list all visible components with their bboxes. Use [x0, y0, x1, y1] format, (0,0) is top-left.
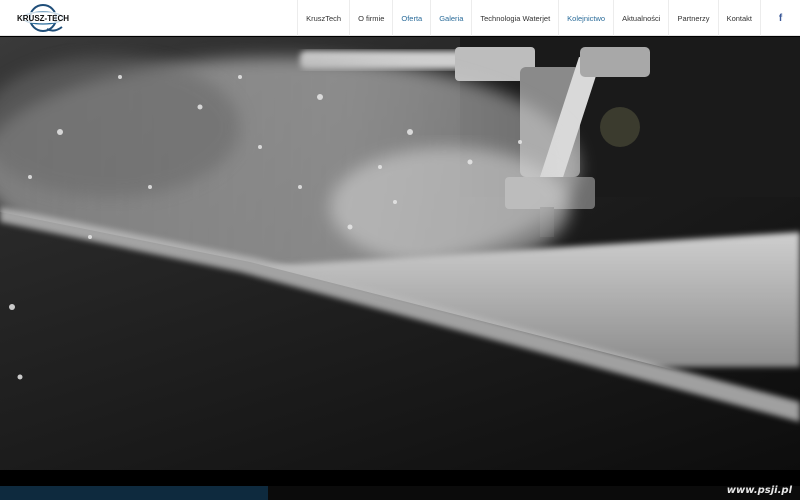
nav-item-kontakt[interactable]: Kontakt	[717, 0, 760, 36]
nav-item-aktualnosci[interactable]: Aktualności	[613, 0, 668, 36]
hero-video[interactable]	[0, 37, 800, 470]
site-header: KRUSZ-TECH KruszTech O firmie Oferta Gal…	[0, 0, 800, 36]
nav-item-galeria[interactable]: Galeria	[430, 0, 471, 36]
kruszetech-logo[interactable]: KRUSZ-TECH	[14, 3, 72, 33]
nav-item-technologia-waterjet[interactable]: Technologia Waterjet	[471, 0, 558, 36]
watermark-text: www.psji.pl	[726, 485, 792, 496]
video-controls-bar: www.psji.pl	[0, 470, 800, 500]
nav-item-krusztech[interactable]: KruszTech	[297, 0, 349, 36]
main-nav: KruszTech O firmie Oferta Galeria Techno…	[297, 0, 800, 36]
logo-graphic: KRUSZ-TECH	[15, 4, 71, 32]
nav-item-oferta[interactable]: Oferta	[392, 0, 430, 36]
nav-item-partnerzy[interactable]: Partnerzy	[668, 0, 717, 36]
svg-text:KRUSZ-TECH: KRUSZ-TECH	[17, 14, 69, 23]
nav-item-o-firmie[interactable]: O firmie	[349, 0, 392, 36]
nav-item-kolejnictwo[interactable]: Kolejnictwo	[558, 0, 613, 36]
facebook-icon[interactable]: f	[760, 0, 800, 36]
waterjet-video-frame	[0, 37, 800, 470]
video-progress-fill	[0, 486, 268, 500]
video-progress-bar[interactable]	[0, 486, 800, 500]
